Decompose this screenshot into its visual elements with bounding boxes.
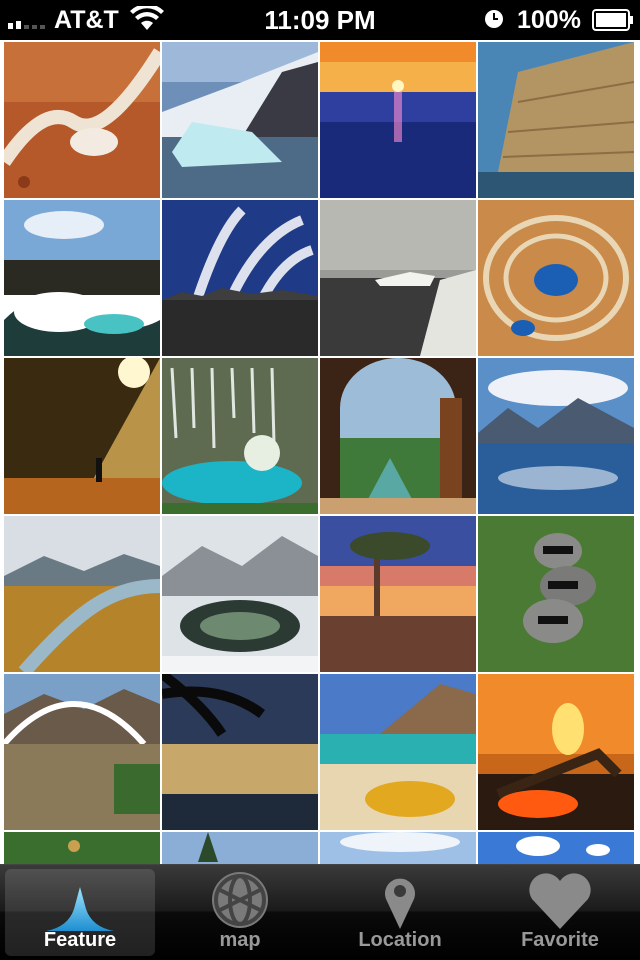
photo-thumbnail[interactable]	[4, 832, 160, 864]
tab-favorite[interactable]: Favorite	[480, 865, 640, 960]
battery-percentage: 100%	[517, 6, 581, 34]
photo-thumbnail[interactable]	[478, 516, 634, 672]
photo-thumbnail[interactable]	[4, 358, 160, 514]
tab-location[interactable]: Location	[320, 865, 480, 960]
location-pin-icon	[360, 869, 440, 931]
globe-icon	[200, 869, 280, 931]
photo-thumbnail[interactable]	[320, 674, 476, 830]
tab-feature-label: Feature	[43, 929, 117, 951]
photo-thumbnail[interactable]	[4, 516, 160, 672]
photo-thumbnail[interactable]	[320, 200, 476, 356]
photo-thumbnail[interactable]	[4, 674, 160, 830]
photo-thumbnail[interactable]	[320, 516, 476, 672]
photo-thumbnail[interactable]	[320, 358, 476, 514]
tab-feature[interactable]: Feature	[0, 865, 160, 960]
photo-thumbnail[interactable]	[162, 200, 318, 356]
photo-thumbnail[interactable]	[478, 832, 634, 864]
photo-thumbnail[interactable]	[320, 832, 476, 864]
photo-thumbnail[interactable]	[162, 42, 318, 198]
tab-location-label: Location	[358, 929, 442, 951]
photo-grid[interactable]	[0, 40, 640, 864]
tab-bar: Feature map Location Favorite	[0, 864, 640, 960]
photo-thumbnail[interactable]	[478, 358, 634, 514]
tab-favorite-label: Favorite	[521, 929, 599, 951]
photo-thumbnail[interactable]	[4, 200, 160, 356]
tab-map-label: map	[219, 929, 261, 951]
photo-thumbnail[interactable]	[320, 42, 476, 198]
alarm-icon	[485, 10, 503, 28]
status-bar: AT&T 11:09 PM 100%	[0, 0, 640, 40]
photo-thumbnail[interactable]	[162, 358, 318, 514]
photo-thumbnail[interactable]	[162, 674, 318, 830]
photo-thumbnail[interactable]	[162, 516, 318, 672]
photo-thumbnail[interactable]	[4, 42, 160, 198]
photo-thumbnail[interactable]	[478, 674, 634, 830]
photo-thumbnail[interactable]	[478, 42, 634, 198]
photo-thumbnail[interactable]	[478, 200, 634, 356]
tab-map[interactable]: map	[160, 865, 320, 960]
heart-icon	[520, 869, 600, 931]
battery-icon	[592, 9, 633, 31]
feature-icon	[40, 869, 120, 931]
photo-thumbnail[interactable]	[162, 832, 318, 864]
